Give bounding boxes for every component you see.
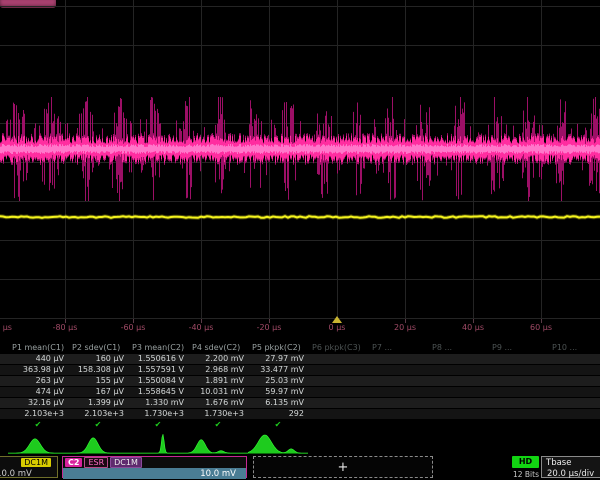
measure-cell: 292 [248,409,304,419]
axis-tick-label: -80 µs [53,323,78,332]
measure-status-check-4: ✔ [188,420,248,430]
measure-cell: 27.97 mV [248,354,304,364]
measure-cell: 10.031 mV [188,387,244,397]
measure-header-6[interactable]: P6 pkpk(C3) [312,343,361,353]
measure-cell: 155 µV [68,376,124,386]
histicon-1 [8,430,68,455]
trigger-position-marker[interactable] [332,316,342,323]
c2-scale-value: 10.0 mV [63,469,246,479]
measure-cell: 1.399 µV [68,398,124,408]
measure-cell: 2.103e+3 [8,409,64,419]
histicon-4 [188,430,248,455]
measure-cell: 440 µV [8,354,64,364]
histicon-2 [68,430,128,455]
measure-cell: 1.891 mV [188,376,244,386]
histicon-5 [248,430,308,455]
axis-tick-label: 60 µs [530,323,552,332]
measure-header-7[interactable]: P7 ... [372,343,392,353]
measure-cell: 2.200 mV [188,354,244,364]
measure-header-1[interactable]: P1 mean(C1) [12,343,64,353]
measure-cell: 2.103e+3 [68,409,124,419]
measure-header-8[interactable]: P8 ... [432,343,452,353]
measure-status-check-1: ✔ [8,420,68,430]
timebase-descriptor[interactable]: Tbase 20.0 µs/div [541,456,600,478]
measure-cell: 160 µV [68,354,124,364]
channel-c1-descriptor[interactable]: DC1M 10.0 mV [0,456,58,478]
measure-cell: 32.16 µV [8,398,64,408]
measure-cell: 167 µV [68,387,124,397]
timebase-scale-value: 20.0 µs/div [542,469,594,479]
measure-cell: 1.550084 V [128,376,184,386]
measure-cell: 1.730e+3 [188,409,244,419]
measure-cell: 474 µV [8,387,64,397]
measure-header-9[interactable]: P9 ... [492,343,512,353]
waveform-grid [0,0,600,336]
measure-cell: 1.676 mV [188,398,244,408]
measure-header-4[interactable]: P4 sdev(C2) [192,343,240,353]
histicon-strip [0,430,600,455]
measure-header-10[interactable]: P10 ... [552,343,577,353]
c2-channel-badge: C2 [65,458,82,467]
measure-cell: 1.330 mV [128,398,184,408]
measure-header-2[interactable]: P2 sdev(C1) [72,343,120,353]
measure-cell: 25.03 mV [248,376,304,386]
timebase-label: Tbase [542,458,571,468]
measure-cell: 263 µV [8,376,64,386]
time-axis: -100 µs -80 µs -60 µs -40 µs -20 µs 0 µs 20 µs… [0,319,600,335]
c2-coupling-badge: DC1M [110,457,142,468]
measure-cell: 33.477 mV [248,365,304,375]
axis-tick-label: 40 µs [462,323,484,332]
axis-tick-label: -20 µs [257,323,282,332]
plus-icon: + [338,461,349,474]
axis-tick-label: 0 µs [329,323,346,332]
axis-tick-label: -40 µs [189,323,214,332]
measure-cell: 363.98 µV [8,365,64,375]
measure-cell: 59.97 mV [248,387,304,397]
oscilloscope-screen: -100 µs -80 µs -60 µs -40 µs -20 µs 0 µs 20 µs… [0,0,600,480]
measurement-table: P1 mean(C1)440 µV363.98 µV263 µV474 µV32… [0,342,600,430]
add-channel-button[interactable]: + [253,456,433,478]
c1-coupling-badge: DC1M [21,458,51,467]
axis-tick-label: 20 µs [394,323,416,332]
measure-header-5[interactable]: P5 pkpk(C2) [252,343,301,353]
channel-c2-descriptor[interactable]: C2 ESR DC1M 10.0 mV [62,456,247,478]
measure-cell: 6.135 mV [248,398,304,408]
measure-status-check-2: ✔ [68,420,128,430]
bottom-bar: DC1M 10.0 mV C2 ESR DC1M 10.0 mV + HD 12… [0,455,600,480]
measure-cell: 1.558645 V [128,387,184,397]
measure-cell: 1.730e+3 [128,409,184,419]
measure-header-3[interactable]: P3 mean(C2) [132,343,184,353]
measure-cell: 158.308 µV [68,365,124,375]
axis-tick-label: -60 µs [121,323,146,332]
measure-status-check-5: ✔ [248,420,308,430]
measure-status-check-3: ✔ [128,420,188,430]
histicon-3 [128,430,188,455]
c1-scale-value: 10.0 mV [0,469,57,479]
axis-tick-label: -100 µs [0,323,12,332]
measure-cell: 2.968 mV [188,365,244,375]
measure-cell: 1.550616 V [128,354,184,364]
c2-eres-badge: ESR [84,457,108,468]
measure-cell: 1.557591 V [128,365,184,375]
hd-mode-badge[interactable]: HD [512,456,539,468]
